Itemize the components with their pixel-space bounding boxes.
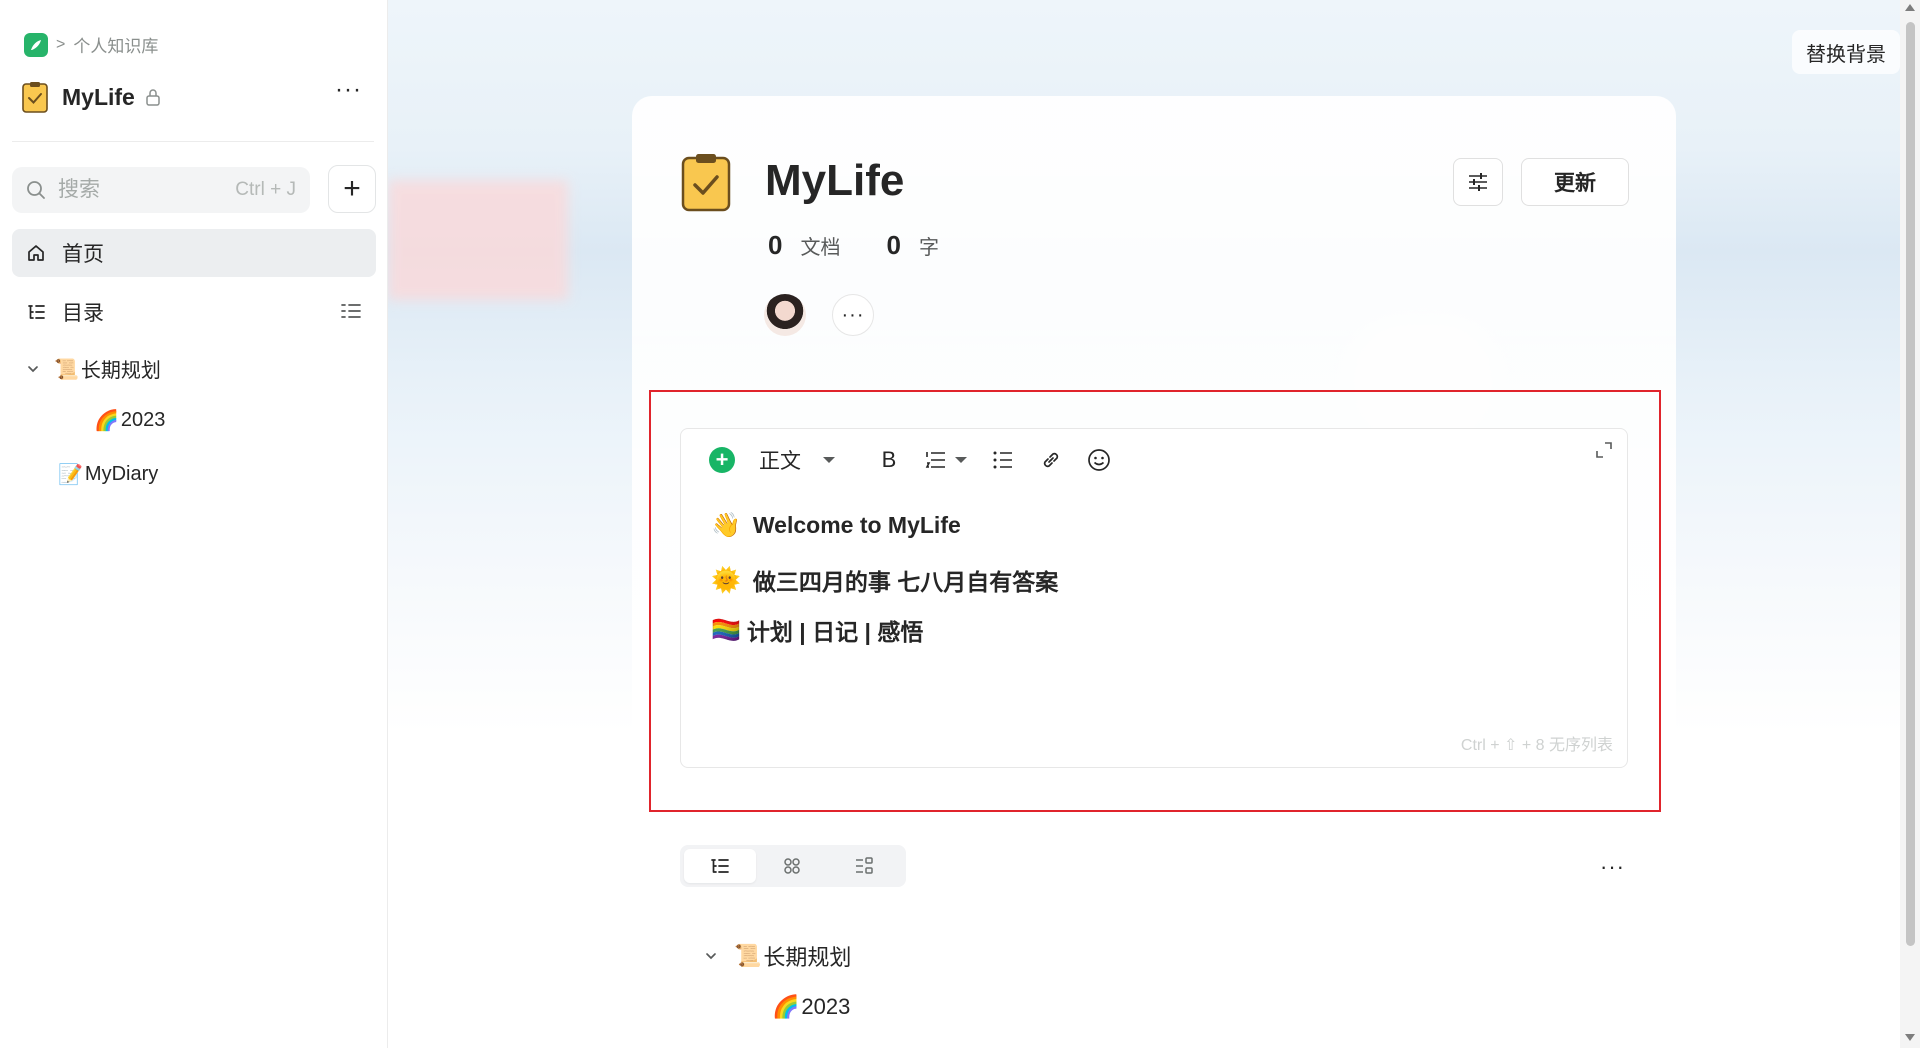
tree-item-label: 长期规划 bbox=[80, 360, 161, 382]
words-unit: 字 bbox=[918, 237, 939, 259]
editor-line: 🌞 做三四月的事 七八月自有答案 bbox=[711, 563, 1058, 597]
rainbow-emoji-icon: 🌈 bbox=[772, 994, 800, 1020]
scroll-emoji-icon: 📜 bbox=[54, 356, 79, 381]
kb-title[interactable]: MyLife bbox=[62, 84, 135, 111]
app-logo-icon[interactable] bbox=[24, 32, 48, 57]
members-more-button[interactable]: ··· bbox=[832, 294, 874, 336]
kb-more-button[interactable]: ··· bbox=[335, 78, 362, 102]
link-icon bbox=[1043, 452, 1059, 468]
editor-line-text: 做三四月的事 七八月自有答案 bbox=[752, 569, 1059, 595]
insert-icon[interactable]: + bbox=[709, 447, 735, 473]
tree-item-label: MyDiary bbox=[84, 462, 159, 485]
toc-icon bbox=[28, 305, 45, 319]
breadcrumb-knowledge-base[interactable]: 个人知识库 bbox=[73, 32, 158, 57]
editor-line: 👋 Welcome to MyLife bbox=[711, 511, 961, 539]
update-button[interactable]: 更新 bbox=[1521, 158, 1629, 206]
bullet-list-icon bbox=[993, 451, 1012, 469]
tree-item-label: 长期规划 bbox=[763, 945, 852, 970]
docs-count: 0 bbox=[768, 230, 783, 260]
replace-background-button[interactable]: 替换背景 bbox=[1792, 30, 1900, 74]
editor-shortcut-hint: Ctrl + ⇧ + 8 无序列表 bbox=[1460, 737, 1613, 754]
breadcrumb: > 个人知识库 bbox=[24, 32, 158, 57]
knowledge-base-header: MyLife ··· bbox=[22, 78, 362, 114]
chevron-down-icon[interactable] bbox=[704, 949, 718, 963]
tree-item-label: 2023 bbox=[120, 408, 166, 431]
docs-unit: 文档 bbox=[800, 237, 841, 259]
clipboard-icon bbox=[681, 154, 731, 212]
rainbow-flag-emoji-icon: 🏳️‍🌈 bbox=[711, 616, 741, 644]
main-tree-item-long-term-plan[interactable]: 📜 长期规划 bbox=[704, 940, 851, 972]
lock-icon bbox=[146, 89, 160, 106]
waving-hand-emoji-icon: 👋 bbox=[711, 511, 741, 539]
expand-icon[interactable] bbox=[1595, 441, 1613, 459]
editor-line-text: 计划 | 日记 | 感悟 bbox=[746, 619, 924, 645]
settings-button[interactable] bbox=[1453, 158, 1503, 206]
bold-button[interactable]: B bbox=[873, 444, 905, 476]
main-tree-item-2023[interactable]: 🌈 2023 bbox=[772, 994, 850, 1020]
view-grid-button[interactable] bbox=[756, 849, 828, 883]
smiley-icon bbox=[1088, 449, 1110, 471]
bullet-list-button[interactable] bbox=[987, 444, 1019, 476]
grid-view-icon bbox=[784, 858, 800, 874]
search-box[interactable]: Ctrl + J bbox=[12, 167, 310, 213]
background-decoration bbox=[388, 180, 568, 300]
paragraph-style-select[interactable]: 正文 bbox=[759, 445, 835, 475]
view-switch bbox=[680, 845, 906, 887]
chevron-down-icon bbox=[955, 457, 967, 463]
avatar[interactable] bbox=[764, 294, 806, 336]
toc-settings-icon[interactable] bbox=[340, 300, 362, 322]
sliders-icon bbox=[1469, 173, 1487, 191]
editor-line: 🏳️‍🌈 计划 | 日记 | 感悟 bbox=[711, 613, 923, 647]
tree-item-2023[interactable]: 🌈 2023 bbox=[94, 408, 165, 432]
emoji-button[interactable] bbox=[1083, 444, 1115, 476]
rainbow-emoji-icon: 🌈 bbox=[94, 408, 119, 432]
sidebar: > 个人知识库 MyLife ··· Ctrl + J + 首页 bbox=[0, 0, 388, 1048]
scrollbar[interactable] bbox=[1900, 0, 1920, 1048]
ordered-list-icon bbox=[925, 452, 945, 468]
view-tree-button[interactable] bbox=[684, 849, 756, 883]
editor-toolbar: + 正文 B bbox=[709, 445, 1115, 475]
sidebar-item-label: 首页 bbox=[62, 243, 104, 266]
tree-item-long-term-plan[interactable]: 📜 长期规划 bbox=[26, 354, 161, 383]
search-shortcut: Ctrl + J bbox=[235, 179, 296, 200]
tree-item-label: 2023 bbox=[801, 994, 851, 1019]
paragraph-style-label: 正文 bbox=[759, 450, 801, 473]
chevron-down-icon bbox=[823, 457, 835, 463]
sidebar-item-toc[interactable]: 目录 bbox=[12, 288, 376, 336]
sidebar-item-home[interactable]: 首页 bbox=[12, 229, 376, 277]
sidebar-divider bbox=[12, 141, 374, 142]
ordered-list-button[interactable] bbox=[921, 444, 971, 476]
home-icon bbox=[28, 245, 44, 261]
tree-view-icon bbox=[711, 859, 729, 873]
search-input[interactable] bbox=[56, 177, 210, 203]
list-view-icon bbox=[856, 857, 873, 874]
link-button[interactable] bbox=[1035, 444, 1067, 476]
scroll-up-icon[interactable] bbox=[1905, 4, 1915, 11]
chevron-down-icon[interactable] bbox=[26, 362, 40, 376]
homepage-editor[interactable]: + 正文 B 👋 Welcome to MyLife 🌞 做三四月的事 七八月自… bbox=[680, 428, 1628, 768]
memo-emoji-icon: 📝 bbox=[58, 462, 83, 486]
sun-emoji-icon: 🌞 bbox=[711, 566, 741, 594]
kb-stats: 0 文档 0 字 bbox=[768, 230, 939, 261]
scroll-emoji-icon: 📜 bbox=[734, 943, 762, 969]
add-button[interactable]: + bbox=[328, 165, 376, 213]
page-title: MyLife bbox=[765, 156, 905, 205]
search-icon bbox=[27, 181, 45, 199]
sidebar-item-label: 目录 bbox=[62, 302, 104, 325]
editor-line-text: Welcome to MyLife bbox=[752, 511, 961, 538]
tree-item-mydiary[interactable]: 📝 MyDiary bbox=[58, 462, 158, 486]
scrollbar-thumb[interactable] bbox=[1906, 22, 1915, 946]
breadcrumb-separator: > bbox=[56, 35, 66, 53]
scroll-down-icon[interactable] bbox=[1905, 1034, 1915, 1041]
view-list-button[interactable] bbox=[828, 849, 900, 883]
words-count: 0 bbox=[886, 230, 901, 260]
clipboard-icon bbox=[22, 82, 48, 113]
list-more-button[interactable]: ··· bbox=[1600, 854, 1625, 880]
